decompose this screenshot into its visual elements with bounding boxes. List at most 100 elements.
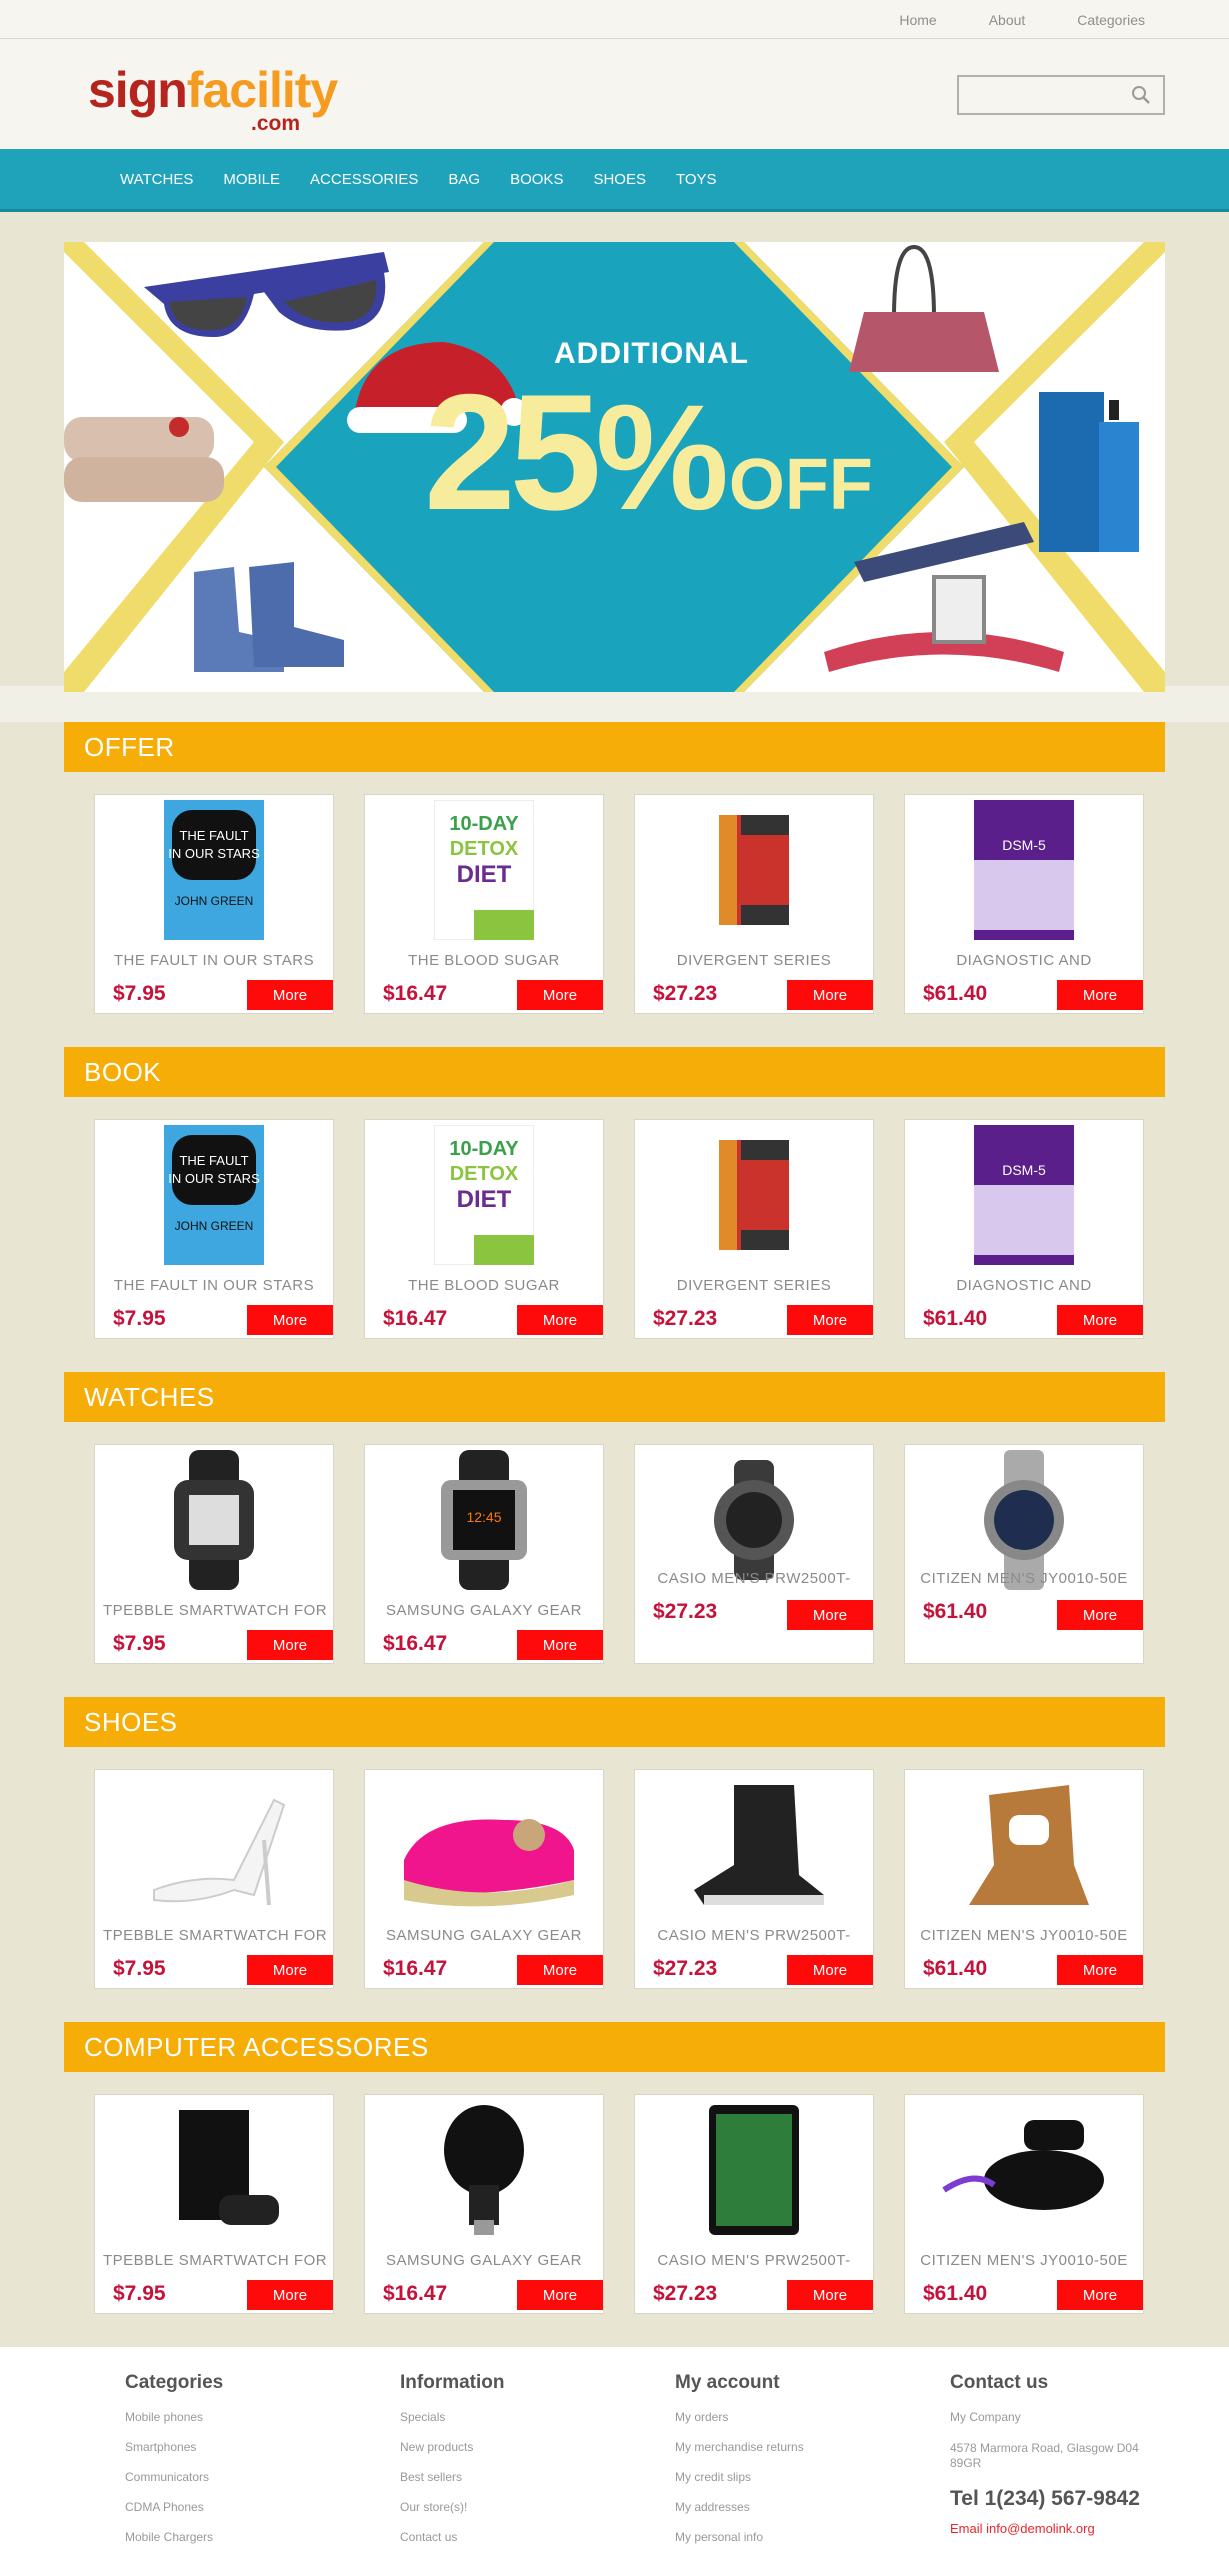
product-card[interactable]: CASIO MEN'S PRW2500T- $27.23 More xyxy=(634,1769,874,1989)
more-button[interactable]: More xyxy=(517,1955,603,1985)
footer-link[interactable]: Communicators xyxy=(125,2470,355,2484)
footer-link[interactable]: New products xyxy=(400,2440,630,2454)
product-card[interactable]: CITIZEN MEN'S JY0010-50E $61.40 More xyxy=(904,2094,1144,2314)
pebble-watch-icon[interactable] xyxy=(95,1445,333,1595)
nav-accessories[interactable]: ACCESSORIES xyxy=(310,171,418,188)
search-input[interactable] xyxy=(959,77,1129,113)
search-icon[interactable] xyxy=(1131,85,1151,105)
product-name[interactable]: SAMSUNG GALAXY GEAR xyxy=(365,1602,603,1619)
nav-shoes[interactable]: SHOES xyxy=(593,171,646,188)
product-card[interactable]: 10-DAY DETOX DIET THE BLOOD SUGAR $16.47 More xyxy=(364,1119,604,1339)
product-name[interactable]: CASIO MEN'S PRW2500T- xyxy=(635,1927,873,1944)
more-button[interactable]: More xyxy=(1057,1600,1143,1630)
more-button[interactable]: More xyxy=(247,1630,333,1660)
book-fault-in-our-stars-icon[interactable]: THE FAULT IN OUR STARS JOHN GREEN xyxy=(95,1120,333,1270)
footer-link[interactable]: My credit slips xyxy=(675,2470,905,2484)
book-divergent-icon[interactable] xyxy=(635,795,873,945)
more-button[interactable]: More xyxy=(787,1600,873,1630)
about-link[interactable]: About xyxy=(989,12,1026,28)
tablet-icon[interactable] xyxy=(635,2095,873,2245)
product-name[interactable]: TPEBBLE SMARTWATCH FOR xyxy=(95,1602,333,1619)
footer-link[interactable]: Mobile Chargers xyxy=(125,2530,355,2544)
footer-link[interactable]: My orders xyxy=(675,2410,905,2424)
more-button[interactable]: More xyxy=(787,1955,873,1985)
book-blood-sugar-icon[interactable]: 10-DAY DETOX DIET xyxy=(365,795,603,945)
footer-link[interactable]: Specials xyxy=(400,2410,630,2424)
more-button[interactable]: More xyxy=(517,2280,603,2310)
hero-banner[interactable]: ADDITIONAL 25%OFF xyxy=(64,242,1165,692)
more-button[interactable]: More xyxy=(1057,1955,1143,1985)
product-card[interactable]: SAMSUNG GALAXY GEAR $16.47 More xyxy=(364,2094,604,2314)
book-dsm5-icon[interactable]: DSM-5 xyxy=(905,1120,1143,1270)
product-card[interactable]: TPEBBLE SMARTWATCH FOR $7.95 More xyxy=(94,1444,334,1664)
product-name[interactable]: CITIZEN MEN'S JY0010-50E xyxy=(905,1570,1143,1587)
more-button[interactable]: More xyxy=(247,1305,333,1335)
footer-link[interactable]: My addresses xyxy=(675,2500,905,2514)
product-card[interactable]: DSM-5 DIAGNOSTIC AND $61.40 More xyxy=(904,1119,1144,1339)
footer-link[interactable]: Our store(s)! xyxy=(400,2500,630,2514)
book-dsm5-icon[interactable]: DSM-5 xyxy=(905,795,1143,945)
product-card[interactable]: SAMSUNG GALAXY GEAR $16.47 More xyxy=(364,1769,604,1989)
more-button[interactable]: More xyxy=(787,980,873,1010)
product-name[interactable]: DIVERGENT SERIES xyxy=(635,1277,873,1294)
footer-link[interactable]: Smartphones xyxy=(125,2440,355,2454)
white-heel-shoe-icon[interactable] xyxy=(95,1770,333,1920)
product-name[interactable]: TPEBBLE SMARTWATCH FOR xyxy=(95,2252,333,2269)
footer-link[interactable]: My merchandise returns xyxy=(675,2440,905,2454)
book-fault-in-our-stars-icon[interactable]: THE FAULT IN OUR STARS JOHN GREEN xyxy=(95,795,333,945)
chromecast-icon[interactable] xyxy=(365,2095,603,2245)
nav-watches[interactable]: WATCHES xyxy=(120,171,193,188)
nav-books[interactable]: BOOKS xyxy=(510,171,563,188)
nav-toys[interactable]: TOYS xyxy=(676,171,717,188)
more-button[interactable]: More xyxy=(247,1955,333,1985)
footer-link[interactable]: My personal info xyxy=(675,2530,905,2544)
footer-link[interactable]: CDMA Phones xyxy=(125,2500,355,2514)
game-console-icon[interactable] xyxy=(95,2095,333,2245)
site-logo[interactable]: signfacility .com xyxy=(88,65,348,135)
categories-link[interactable]: Categories xyxy=(1077,12,1145,28)
more-button[interactable]: More xyxy=(517,1630,603,1660)
product-card[interactable]: 12:45 SAMSUNG GALAXY GEAR $16.47 More xyxy=(364,1444,604,1664)
galaxy-gear-watch-icon[interactable]: 12:45 xyxy=(365,1445,603,1595)
more-button[interactable]: More xyxy=(1057,2280,1143,2310)
product-name[interactable]: SAMSUNG GALAXY GEAR xyxy=(365,2252,603,2269)
home-link[interactable]: Home xyxy=(899,12,936,28)
product-name[interactable]: CITIZEN MEN'S JY0010-50E xyxy=(905,2252,1143,2269)
product-name[interactable]: THE FAULT IN OUR STARS xyxy=(95,1277,333,1294)
product-card[interactable]: THE FAULT IN OUR STARS JOHN GREEN THE FAULT… xyxy=(94,794,334,1014)
product-name[interactable]: CASIO MEN'S PRW2500T- xyxy=(635,1570,873,1587)
nav-bag[interactable]: BAG xyxy=(448,171,480,188)
product-card[interactable]: CITIZEN MEN'S JY0010-50E $61.40 More xyxy=(904,1444,1144,1664)
footer-link[interactable]: Best sellers xyxy=(400,2470,630,2484)
pink-kid-shoe-icon[interactable] xyxy=(365,1770,603,1920)
black-wedge-boot-icon[interactable] xyxy=(635,1770,873,1920)
more-button[interactable]: More xyxy=(1057,980,1143,1010)
product-card[interactable]: DIVERGENT SERIES $27.23 More xyxy=(634,1119,874,1339)
more-button[interactable]: More xyxy=(787,1305,873,1335)
more-button[interactable]: More xyxy=(517,980,603,1010)
product-card[interactable]: CITIZEN MEN'S JY0010-50E $61.40 More xyxy=(904,1769,1144,1989)
streaming-box-icon[interactable] xyxy=(905,2095,1143,2245)
product-name[interactable]: THE BLOOD SUGAR xyxy=(365,1277,603,1294)
book-blood-sugar-icon[interactable]: 10-DAY DETOX DIET xyxy=(365,1120,603,1270)
more-button[interactable]: More xyxy=(1057,1305,1143,1335)
product-card[interactable]: CASIO MEN'S PRW2500T- $27.23 More xyxy=(634,2094,874,2314)
footer-email[interactable]: Email info@demolink.org xyxy=(950,2521,1150,2536)
more-button[interactable]: More xyxy=(517,1305,603,1335)
product-card[interactable]: 10-DAY DETOX DIET THE BLOOD SUGAR $16.47 More xyxy=(364,794,604,1014)
nav-mobile[interactable]: MOBILE xyxy=(223,171,280,188)
product-card[interactable]: TPEBBLE SMARTWATCH FOR $7.95 More xyxy=(94,1769,334,1989)
product-name[interactable]: DIAGNOSTIC AND xyxy=(905,952,1143,969)
product-name[interactable]: THE BLOOD SUGAR xyxy=(365,952,603,969)
tan-bootie-icon[interactable] xyxy=(905,1770,1143,1920)
product-name[interactable]: CASIO MEN'S PRW2500T- xyxy=(635,2252,873,2269)
product-name[interactable]: SAMSUNG GALAXY GEAR xyxy=(365,1927,603,1944)
product-name[interactable]: DIAGNOSTIC AND xyxy=(905,1277,1143,1294)
book-divergent-icon[interactable] xyxy=(635,1120,873,1270)
product-card[interactable]: DIVERGENT SERIES $27.23 More xyxy=(634,794,874,1014)
product-card[interactable]: DSM-5 DIAGNOSTIC AND $61.40 More xyxy=(904,794,1144,1014)
product-card[interactable]: TPEBBLE SMARTWATCH FOR $7.95 More xyxy=(94,2094,334,2314)
footer-link[interactable]: Contact us xyxy=(400,2530,630,2544)
product-name[interactable]: CITIZEN MEN'S JY0010-50E xyxy=(905,1927,1143,1944)
product-card[interactable]: THE FAULT IN OUR STARS JOHN GREEN THE FAULT… xyxy=(94,1119,334,1339)
